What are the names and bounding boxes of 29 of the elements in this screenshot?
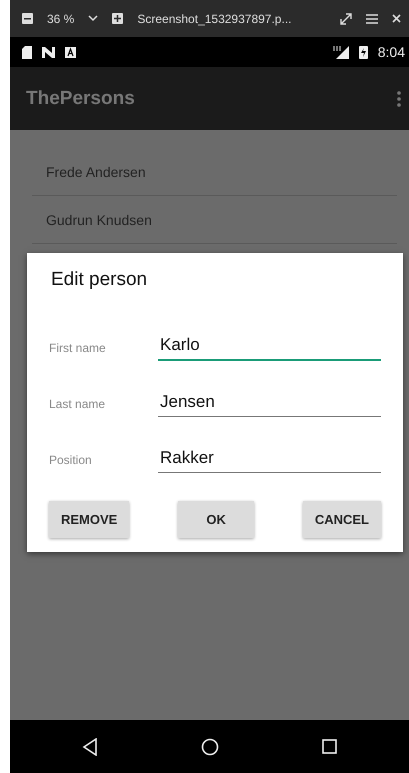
recents-icon[interactable] [322, 739, 338, 754]
lte-signal-icon [332, 46, 349, 58]
zoom-in-icon[interactable] [112, 13, 124, 24]
n-logo-icon [42, 46, 55, 58]
text-field[interactable]: Rakker [158, 444, 381, 473]
battery-charging-icon [358, 45, 368, 59]
close-icon[interactable] [392, 14, 401, 23]
sd-card-icon [22, 46, 32, 58]
remove-button[interactable]: REMOVE [49, 501, 130, 538]
zoom-level[interactable]: 36 % [47, 12, 74, 26]
dialog-title: Edit person [51, 269, 148, 291]
file-name: Screenshot_1532937897.p... [137, 12, 292, 26]
text-field[interactable]: Karlo [158, 331, 381, 361]
overflow-menu-icon[interactable] [397, 90, 401, 106]
field-label: Position [49, 453, 93, 469]
ok-button[interactable]: OK [178, 501, 254, 538]
field-label: Last name [49, 397, 106, 413]
clock-time: 8:04 [378, 44, 405, 60]
text-field[interactable]: Jensen [158, 388, 381, 417]
a-badge-icon [65, 46, 76, 58]
app-title: ThePersons [26, 88, 135, 110]
zoom-out-icon[interactable] [22, 13, 33, 24]
cancel-button[interactable]: CANCEL [302, 501, 381, 538]
field-label: First name [49, 341, 107, 357]
home-icon[interactable] [200, 738, 219, 756]
expand-icon[interactable] [340, 12, 352, 24]
chevron-down-icon[interactable] [88, 15, 98, 22]
back-icon[interactable] [82, 738, 98, 756]
menu-icon[interactable] [366, 14, 378, 24]
